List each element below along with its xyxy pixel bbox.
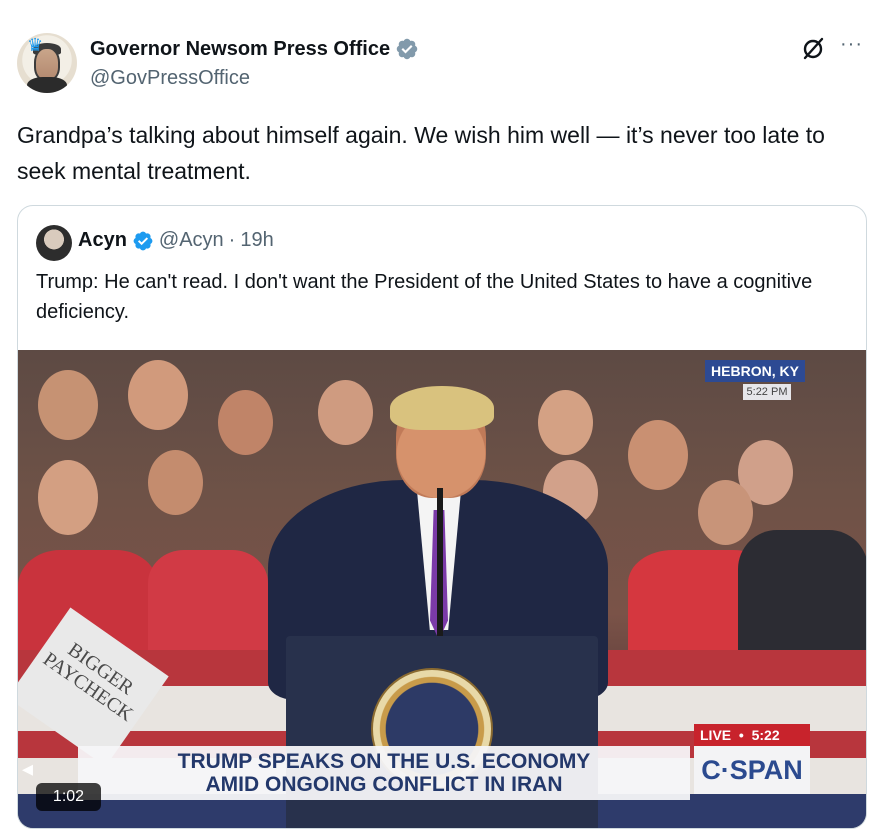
tweet-text: Grandpa’s talking about himself again. W…: [17, 122, 825, 184]
author-display-name[interactable]: Governor Newsom Press Office: [90, 38, 390, 61]
crowd-person: [218, 390, 273, 455]
author-avatar[interactable]: [17, 33, 77, 93]
crowd-person: [698, 480, 753, 545]
crowd-person: [318, 380, 373, 445]
crown-icon: ♛: [27, 35, 44, 55]
live-label: LIVE: [700, 727, 732, 743]
quoted-display-name[interactable]: Acyn: [78, 229, 127, 252]
crowd-person: [628, 420, 688, 490]
crowd-person: [148, 450, 203, 515]
video-duration: 1:02: [36, 783, 101, 811]
location-time: 5:22 PM: [743, 384, 791, 400]
quoted-separator: ·: [228, 229, 236, 251]
verified-badge-blue-icon: [133, 231, 153, 250]
crowd-person: [38, 370, 98, 440]
live-badge: LIVE • 5:22: [694, 724, 810, 746]
location-name: HEBRON, KY: [705, 360, 805, 382]
live-dot-icon: •: [735, 727, 748, 743]
live-time: 5:22: [751, 727, 780, 743]
speaker-hair: [390, 386, 494, 430]
author-handle[interactable]: @GovPressOffice: [90, 67, 250, 90]
microphone: [437, 488, 443, 638]
quoted-timestamp[interactable]: 19h: [240, 229, 273, 252]
quoted-header: Acyn @Acyn · 19h: [78, 229, 274, 252]
crowd-person: [128, 360, 188, 430]
more-icon[interactable]: ···: [840, 33, 863, 56]
avatar-suit: [27, 77, 67, 93]
location-badge: HEBRON, KY 5:22 PM: [705, 360, 805, 402]
grok-icon[interactable]: [800, 36, 826, 62]
quoted-tweet-card[interactable]: Acyn @Acyn · 19h Trump: He can't read. I…: [17, 205, 867, 829]
crowd-shirt: [148, 550, 268, 660]
quoted-tweet-text: Trump: He can't read. I don't want the P…: [36, 271, 813, 323]
crowd-person: [538, 390, 593, 455]
crowd-person: [38, 460, 98, 535]
lower-third-headline: TRUMP SPEAKS ON THE U.S. ECONOMY AMID ON…: [78, 750, 690, 796]
verified-badge-gray-icon: [396, 38, 418, 60]
headline-line-1: TRUMP SPEAKS ON THE U.S. ECONOMY: [177, 750, 591, 773]
headline-line-2: AMID ONGOING CONFLICT IN IRAN: [205, 773, 563, 796]
network-logo: C·SPAN: [694, 746, 810, 794]
author-name-row: Governor Newsom Press Office: [90, 37, 419, 61]
quoted-handle[interactable]: @Acyn: [159, 229, 224, 252]
chevron-left-icon: ◂: [22, 756, 34, 781]
quoted-author-avatar[interactable]: [36, 225, 72, 261]
video-player[interactable]: BIGGER PAYCHECK HEBRON, KY 5:22 PM TRUMP…: [18, 350, 866, 828]
crowd-shirt: [738, 530, 866, 660]
